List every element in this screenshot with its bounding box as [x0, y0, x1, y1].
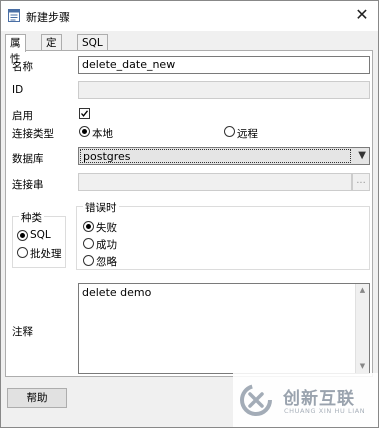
kind-legend: 种类	[19, 210, 44, 225]
conn-remote-radio[interactable]	[224, 126, 235, 137]
conn-string-label: 连接串	[12, 179, 44, 191]
checkmark-icon	[81, 110, 89, 117]
close-icon[interactable]: ✕	[352, 5, 372, 25]
kind-sql-radio[interactable]	[17, 230, 28, 241]
tab-definition[interactable]: 定义	[41, 34, 62, 65]
database-select[interactable]: postgres ▼	[78, 147, 370, 165]
database-value: postgres	[80, 149, 351, 163]
id-field	[78, 81, 370, 99]
watermark-subtext: CHUANG XIN HU LIAN	[284, 407, 366, 415]
comment-label: 注释	[12, 326, 33, 338]
kind-group: 种类 SQL 批处理	[12, 210, 66, 268]
scroll-up-icon[interactable]: ▲	[356, 284, 369, 297]
kind-sql-label: SQL	[30, 229, 51, 241]
tab-properties[interactable]: 属性	[5, 34, 26, 65]
database-label: 数据库	[12, 153, 44, 165]
brand-logo-icon	[240, 384, 272, 416]
scroll-down-icon[interactable]: ▼	[356, 360, 369, 373]
help-button[interactable]: 帮助	[7, 388, 67, 408]
comment-textarea[interactable]: delete demo ▲ ▼	[78, 283, 370, 374]
conn-string-field	[78, 173, 352, 191]
properties-panel: 名称 delete_date_new ID 启用 连接类型 本地 远程 数据库 …	[5, 50, 373, 377]
conn-string-browse-button: ...	[352, 173, 370, 191]
document-icon	[8, 9, 20, 22]
conn-type-label: 连接类型	[12, 128, 54, 140]
on-error-legend: 错误时	[83, 200, 119, 215]
error-fail-radio[interactable]	[83, 221, 94, 232]
name-input[interactable]: delete_date_new	[78, 56, 370, 74]
dialog-title: 新建步骤	[26, 11, 70, 24]
comment-text: delete demo	[82, 286, 152, 299]
watermark-text: 创新互联	[283, 389, 355, 409]
comment-scrollbar[interactable]: ▲ ▼	[355, 284, 369, 373]
enabled-checkbox[interactable]	[79, 108, 90, 119]
error-success-radio[interactable]	[83, 238, 94, 249]
id-label: ID	[12, 84, 24, 96]
enabled-label: 启用	[12, 110, 33, 122]
title-bar: 新建步骤 ✕	[1, 1, 378, 31]
chevron-down-icon: ▼	[358, 150, 366, 161]
watermark: 创新互联 CHUANG XIN HU LIAN	[233, 373, 378, 427]
conn-local-label: 本地	[92, 128, 113, 140]
error-fail-label: 失败	[96, 222, 117, 234]
conn-remote-label: 远程	[237, 128, 258, 140]
error-ignore-label: 忽略	[96, 256, 117, 268]
conn-local-radio[interactable]	[79, 126, 90, 137]
on-error-group: 错误时 失败 成功 忽略	[76, 200, 370, 270]
error-success-label: 成功	[96, 239, 117, 251]
error-ignore-radio[interactable]	[83, 255, 94, 266]
kind-batch-radio[interactable]	[17, 247, 28, 258]
dialog-window: 新建步骤 ✕ 属性 定义 SQL 名称 delete_date_new ID 启…	[0, 0, 379, 428]
tab-sql[interactable]: SQL	[77, 34, 108, 51]
kind-batch-label: 批处理	[30, 248, 62, 260]
